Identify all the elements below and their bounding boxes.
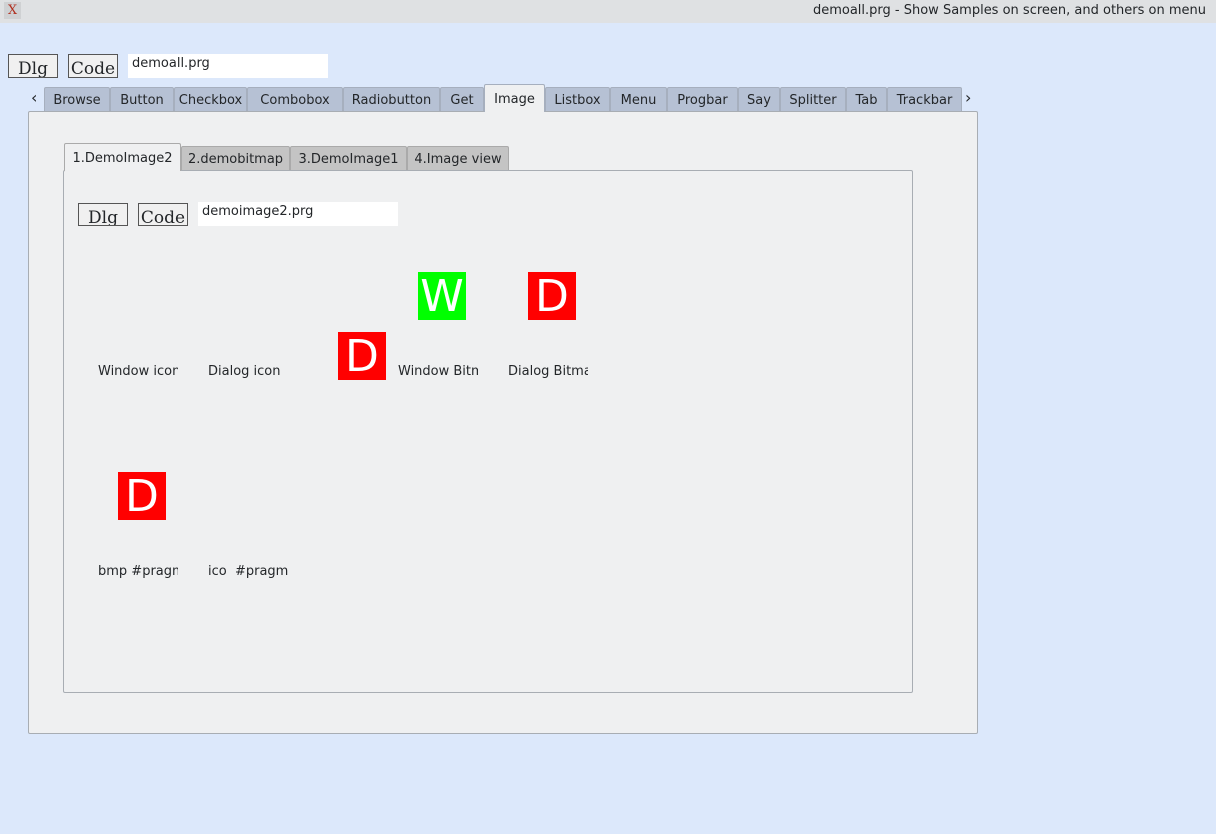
inner-filename-field[interactable]: demoimage2.prg xyxy=(198,202,398,226)
tab-trackbar[interactable]: Trackbar xyxy=(887,87,962,112)
tab-get[interactable]: Get xyxy=(440,87,484,112)
tab-splitter[interactable]: Splitter xyxy=(780,87,846,112)
inner-tab-demobitmap[interactable]: 2.demobitmap xyxy=(181,146,290,171)
label-dialog-bitmap: Dialog Bitmap xyxy=(508,364,588,379)
label-window-icon: Window icon xyxy=(98,364,178,379)
tab-image[interactable]: Image xyxy=(484,84,545,112)
tab-radiobutton[interactable]: Radiobutton xyxy=(343,87,440,112)
code-button[interactable]: Code xyxy=(68,54,118,78)
tab-progbar[interactable]: Progbar xyxy=(667,87,738,112)
inner-dlg-button[interactable]: Dlg xyxy=(78,203,128,226)
tab-say[interactable]: Say xyxy=(738,87,780,112)
window-title: demoall.prg - Show Samples on screen, an… xyxy=(812,3,1206,18)
tab-listbox[interactable]: Listbox xyxy=(545,87,610,112)
app-icon: X xyxy=(4,2,21,19)
tab-combobox[interactable]: Combobox xyxy=(247,87,343,112)
dialog-image: D xyxy=(338,332,386,382)
tab-checkbox[interactable]: Checkbox xyxy=(174,87,247,112)
demoimage2-panel xyxy=(63,170,913,693)
inner-tab-image-view[interactable]: 4.Image view xyxy=(407,146,509,171)
window-bitmap-image: W xyxy=(418,272,466,322)
tab-scroll-right-icon[interactable]: › xyxy=(965,88,971,107)
label-dialog-icon: Dialog icon xyxy=(208,364,281,379)
label-ico-pragma: ico #pragma xyxy=(208,564,288,579)
dialog-bitmap-image: D xyxy=(528,272,576,322)
tab-scroll-left-icon[interactable]: ‹ xyxy=(31,88,37,107)
dlg-button[interactable]: Dlg xyxy=(8,54,58,78)
tab-tab[interactable]: Tab xyxy=(846,87,887,112)
bmp-pragma-image: D xyxy=(118,472,166,522)
label-window-bitmap: Window Bitmap xyxy=(398,364,478,379)
tab-browse[interactable]: Browse xyxy=(44,87,110,112)
label-bmp-pragma: bmp #pragma xyxy=(98,564,178,579)
inner-tab-demoimage1[interactable]: 3.DemoImage1 xyxy=(290,146,407,171)
inner-code-button[interactable]: Code xyxy=(138,203,188,226)
inner-tab-demoimage2[interactable]: 1.DemoImage2 xyxy=(64,143,181,171)
tab-menu[interactable]: Menu xyxy=(610,87,667,112)
title-bar: X demoall.prg - Show Samples on screen, … xyxy=(0,0,1216,23)
tab-button[interactable]: Button xyxy=(110,87,174,112)
filename-field[interactable]: demoall.prg xyxy=(128,54,328,78)
